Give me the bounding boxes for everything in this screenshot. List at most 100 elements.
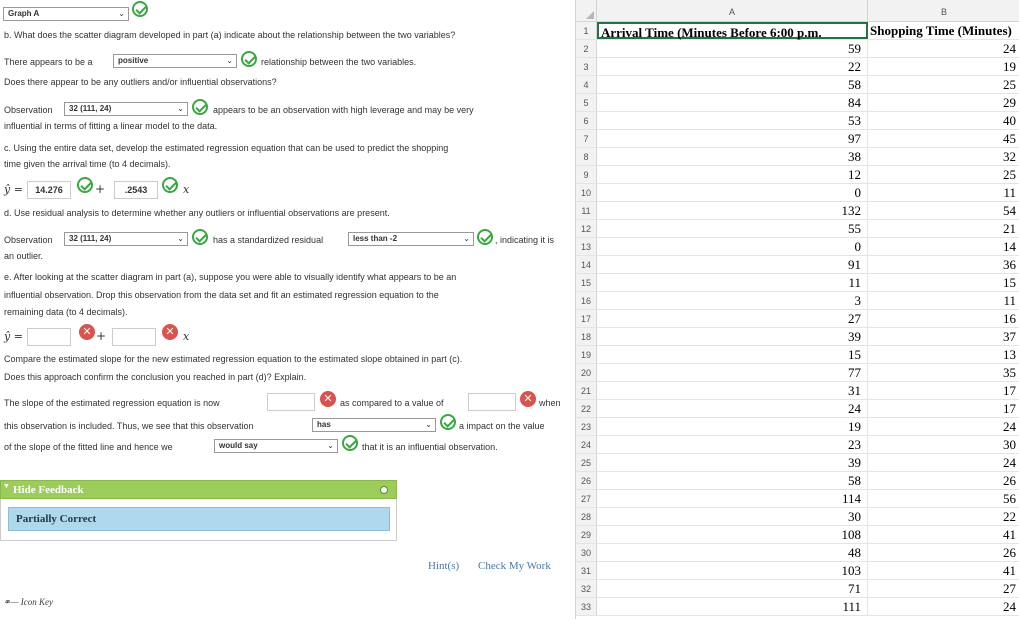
- cell-arrival-time[interactable]: 30: [597, 508, 868, 525]
- cell-arrival-time[interactable]: 58: [597, 472, 868, 489]
- cell-arrival-time[interactable]: 11: [597, 274, 868, 291]
- part-e-q-l3: remaining data (to 4 decimals).: [4, 307, 128, 317]
- cell-arrival-time[interactable]: 53: [597, 112, 868, 129]
- cell-arrival-time[interactable]: 97: [597, 130, 868, 147]
- cell-arrival-time[interactable]: 91: [597, 256, 868, 273]
- cell-arrival-time[interactable]: 114: [597, 490, 868, 507]
- table-row: 24 23 30: [576, 436, 1019, 454]
- cell-shopping-time[interactable]: 41: [868, 526, 1019, 543]
- column-a-header[interactable]: A: [597, 0, 868, 21]
- cell-arrival-time[interactable]: 39: [597, 328, 868, 345]
- cell-shopping-time[interactable]: 16: [868, 310, 1019, 327]
- cell-b1[interactable]: Shopping Time (Minutes): [868, 22, 1019, 39]
- cell-shopping-time[interactable]: 21: [868, 220, 1019, 237]
- cell-shopping-time[interactable]: 11: [868, 292, 1019, 309]
- cell-shopping-time[interactable]: 25: [868, 166, 1019, 183]
- cell-arrival-time[interactable]: 59: [597, 40, 868, 57]
- cell-shopping-time[interactable]: 19: [868, 58, 1019, 75]
- cell-shopping-time[interactable]: 30: [868, 436, 1019, 453]
- cell-arrival-time[interactable]: 12: [597, 166, 868, 183]
- select-all-corner[interactable]: [576, 0, 597, 21]
- cell-shopping-time[interactable]: 40: [868, 112, 1019, 129]
- cell-arrival-time[interactable]: 111: [597, 598, 868, 615]
- cell-arrival-time[interactable]: 55: [597, 220, 868, 237]
- cell-arrival-time[interactable]: 0: [597, 184, 868, 201]
- check-icon: [440, 414, 456, 430]
- cell-shopping-time[interactable]: 54: [868, 202, 1019, 219]
- cell-arrival-time[interactable]: 0: [597, 238, 868, 255]
- cell-shopping-time[interactable]: 56: [868, 490, 1019, 507]
- cell-shopping-time[interactable]: 37: [868, 328, 1019, 345]
- table-row: 13 0 14: [576, 238, 1019, 256]
- cell-shopping-time[interactable]: 36: [868, 256, 1019, 273]
- cell-shopping-time[interactable]: 45: [868, 130, 1019, 147]
- part-b-obs-post2: influential in terms of fitting a linear…: [4, 121, 218, 131]
- cell-arrival-time[interactable]: 103: [597, 562, 868, 579]
- included-text: this observation is included. Thus, we s…: [4, 421, 254, 431]
- cell-arrival-time[interactable]: 77: [597, 364, 868, 381]
- cell-shopping-time[interactable]: 35: [868, 364, 1019, 381]
- icon-key[interactable]: ⚭— Icon Key: [3, 597, 53, 608]
- intercept-input-e[interactable]: [27, 328, 71, 346]
- relationship-select[interactable]: positive ⌄: [113, 54, 237, 68]
- cell-shopping-time[interactable]: 24: [868, 40, 1019, 57]
- hide-feedback-toggle[interactable]: ▼ Hide Feedback: [0, 480, 397, 499]
- cell-arrival-time[interactable]: 27: [597, 310, 868, 327]
- cell-arrival-time[interactable]: 3: [597, 292, 868, 309]
- cell-arrival-time[interactable]: 71: [597, 580, 868, 597]
- impact-select[interactable]: has ⌄: [312, 418, 436, 432]
- cell-arrival-time[interactable]: 39: [597, 454, 868, 471]
- observation-select-d[interactable]: 32 (111, 24) ⌄: [64, 232, 188, 246]
- cell-shopping-time[interactable]: 24: [868, 598, 1019, 615]
- cell-arrival-time[interactable]: 48: [597, 544, 868, 561]
- part-d-post2: an outlier.: [4, 251, 44, 261]
- cell-shopping-time[interactable]: 41: [868, 562, 1019, 579]
- cell-shopping-time[interactable]: 22: [868, 508, 1019, 525]
- cell-shopping-time[interactable]: 26: [868, 472, 1019, 489]
- slope-input-c[interactable]: .2543: [114, 181, 158, 199]
- cell-arrival-time[interactable]: 19: [597, 418, 868, 435]
- would-say-select[interactable]: would say ⌄: [214, 439, 338, 453]
- slope-input-e[interactable]: [112, 328, 156, 346]
- column-b-header[interactable]: B: [868, 0, 1019, 21]
- observation-select-b[interactable]: 32 (111, 24) ⌄: [64, 102, 188, 116]
- cell-arrival-time[interactable]: 22: [597, 58, 868, 75]
- cell-arrival-time[interactable]: 38: [597, 148, 868, 165]
- influential-text: that it is an influential observation.: [362, 442, 498, 452]
- cell-shopping-time[interactable]: 25: [868, 76, 1019, 93]
- cell-arrival-time[interactable]: 15: [597, 346, 868, 363]
- check-my-work-link[interactable]: Check My Work: [478, 560, 551, 572]
- residual-select[interactable]: less than -2 ⌄: [348, 232, 474, 246]
- cell-shopping-time[interactable]: 13: [868, 346, 1019, 363]
- intercept-input-c[interactable]: 14.276: [27, 181, 71, 199]
- when-text: when: [539, 398, 561, 408]
- table-row: 18 39 37: [576, 328, 1019, 346]
- cell-shopping-time[interactable]: 26: [868, 544, 1019, 561]
- cell-arrival-time[interactable]: 23: [597, 436, 868, 453]
- cell-arrival-time[interactable]: 132: [597, 202, 868, 219]
- new-slope-input[interactable]: [267, 393, 315, 411]
- cell-shopping-time[interactable]: 11: [868, 184, 1019, 201]
- cell-arrival-time[interactable]: 31: [597, 382, 868, 399]
- cell-arrival-time[interactable]: 84: [597, 94, 868, 111]
- cell-a1[interactable]: Arrival Time (Minutes Before 6:00 p.m.: [597, 22, 868, 40]
- cell-arrival-time[interactable]: 108: [597, 526, 868, 543]
- cell-shopping-time[interactable]: 24: [868, 454, 1019, 471]
- cell-shopping-time[interactable]: 15: [868, 274, 1019, 291]
- row-number: 11: [576, 202, 597, 219]
- cell-shopping-time[interactable]: 27: [868, 580, 1019, 597]
- cell-shopping-time[interactable]: 17: [868, 382, 1019, 399]
- row-number: 3: [576, 58, 597, 75]
- cell-arrival-time[interactable]: 24: [597, 400, 868, 417]
- cell-shopping-time[interactable]: 17: [868, 400, 1019, 417]
- cell-shopping-time[interactable]: 24: [868, 418, 1019, 435]
- cell-shopping-time[interactable]: 14: [868, 238, 1019, 255]
- hints-link[interactable]: Hint(s): [428, 560, 459, 572]
- old-slope-input[interactable]: [468, 393, 516, 411]
- part-d-post: , indicating it is: [495, 235, 555, 245]
- cell-shopping-time[interactable]: 29: [868, 94, 1019, 111]
- graph-select[interactable]: Graph A ⌄: [3, 7, 129, 21]
- cell-shopping-time[interactable]: 32: [868, 148, 1019, 165]
- cell-arrival-time[interactable]: 58: [597, 76, 868, 93]
- x-variable: x: [183, 183, 190, 196]
